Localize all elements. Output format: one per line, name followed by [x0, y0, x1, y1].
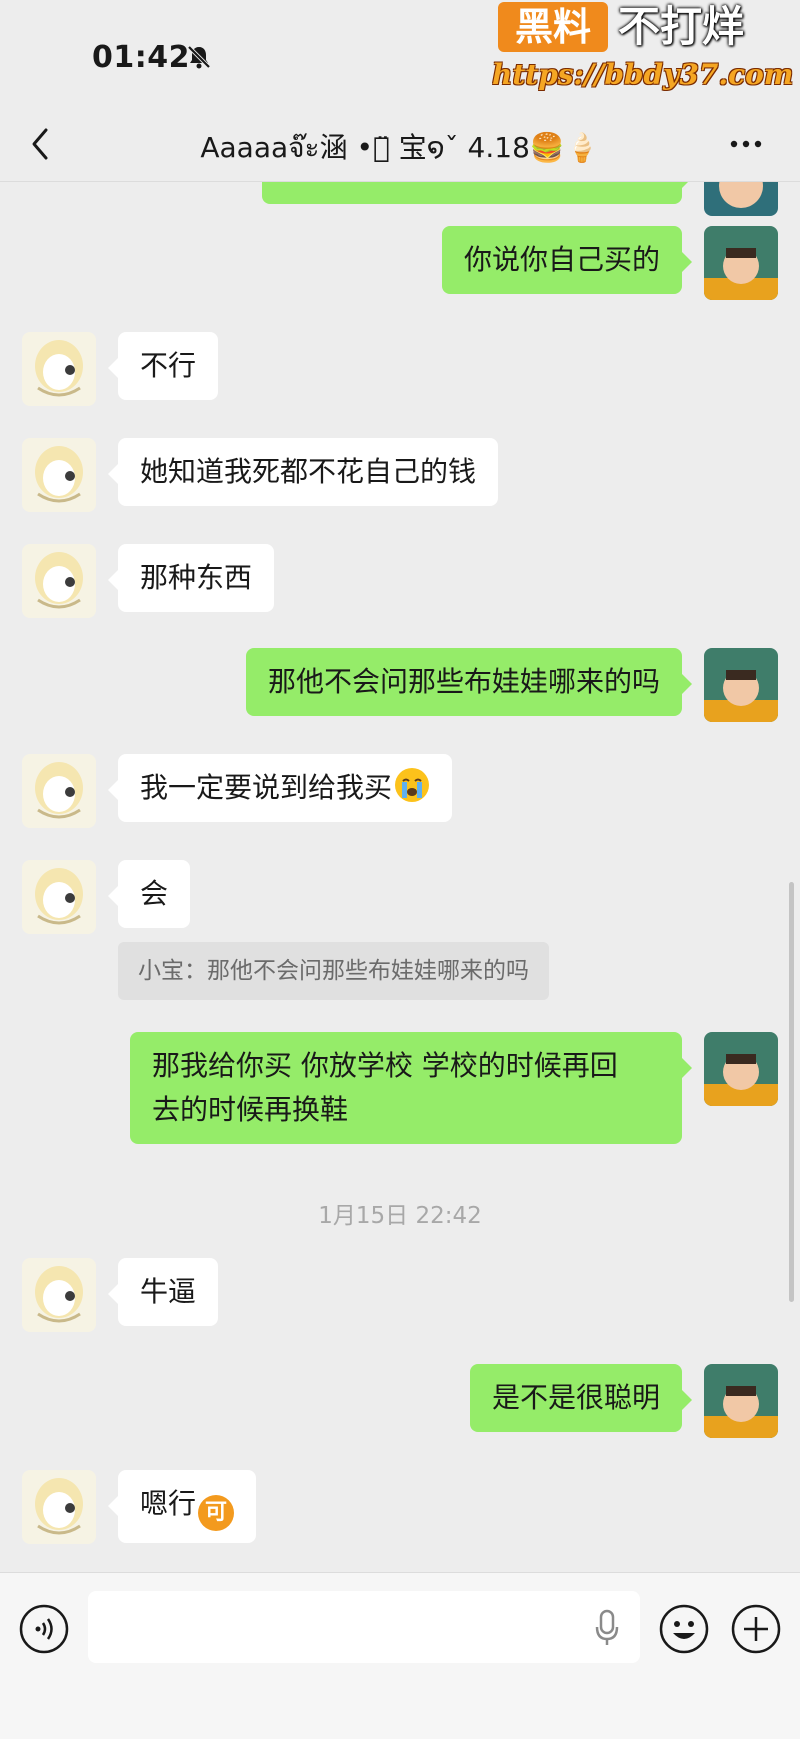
status-time: 01:42: [92, 40, 190, 75]
avatar-self[interactable]: [704, 226, 778, 300]
watermark-brand: 黑料: [498, 2, 608, 52]
avatar-self[interactable]: [704, 182, 778, 216]
message-bubble-received[interactable]: 牛逼: [107, 1258, 219, 1326]
message-bubble-received[interactable]: 她知道我死都不花自己的钱: [107, 438, 499, 506]
watermark-url: https://bbdy37.com: [492, 58, 794, 91]
message-bubble-sent[interactable]: 你说你自己买的: [441, 226, 693, 294]
message-bubble-sent[interactable]: 那他不会问那些布娃娃哪来的吗: [245, 648, 693, 716]
bell-muted-icon: [187, 45, 211, 69]
message-text-line: 那我给你买 你放学校 学校的时候再回: [152, 1049, 618, 1082]
input-bar: [0, 1572, 800, 1739]
more-icon[interactable]: [726, 132, 766, 156]
avatar-contact[interactable]: [22, 754, 96, 828]
message-bubble-partial[interactable]: [262, 182, 692, 204]
avatar-contact[interactable]: [22, 1470, 96, 1544]
emoji-icon[interactable]: [658, 1603, 710, 1655]
avatar-contact[interactable]: [22, 1258, 96, 1332]
message-list[interactable]: 你说你自己买的 不行 她知道我死都不花自己的钱 那种东西 那他不会问那些布娃娃哪…: [0, 182, 800, 1572]
avatar-contact[interactable]: [22, 332, 96, 406]
chat-header: Aaaaaจ๊ะ涵 •ꈊ̈ 宝໑ˇ 4.18🍔🍦: [0, 110, 800, 182]
message-bubble-sent[interactable]: 是不是很聪明: [469, 1364, 693, 1432]
avatar-self[interactable]: [704, 1032, 778, 1106]
chat-title: Aaaaaจ๊ะ涵 •ꈊ̈ 宝໑ˇ 4.18🍔🍦: [200, 131, 600, 164]
message-bubble-received[interactable]: 会: [107, 860, 191, 928]
watermark-slogan: 不打烊: [618, 2, 745, 51]
message-text: 我一定要说到给我买: [140, 771, 393, 804]
scrollbar[interactable]: [789, 882, 794, 1302]
quoted-message[interactable]: 小宝：那他不会问那些布娃娃哪来的吗: [118, 942, 549, 1000]
avatar-self[interactable]: [704, 648, 778, 722]
back-icon[interactable]: [24, 124, 58, 164]
voice-icon[interactable]: [18, 1603, 70, 1655]
microphone-icon[interactable]: [594, 1609, 620, 1647]
chat-timestamp: 1月15日 22:42: [318, 1203, 482, 1229]
status-bar: 01:42 黑料 不打烊 https://bbdy37.com: [0, 0, 800, 110]
message-bubble-received[interactable]: 不行: [107, 332, 219, 400]
avatar-self[interactable]: [704, 1364, 778, 1438]
message-text-line: 去的时候再换鞋: [152, 1093, 349, 1126]
plus-icon[interactable]: [730, 1603, 782, 1655]
ke-sticker-icon: 可: [198, 1495, 235, 1531]
avatar-contact[interactable]: [22, 438, 96, 512]
message-text: 嗯行: [140, 1487, 197, 1520]
message-bubble-received[interactable]: 嗯行可: [107, 1470, 257, 1543]
avatar-contact[interactable]: [22, 860, 96, 934]
avatar-contact[interactable]: [22, 544, 96, 618]
message-bubble-received[interactable]: 那种东西: [107, 544, 275, 612]
crying-face-icon: [395, 768, 430, 802]
message-bubble-sent[interactable]: 那我给你买 你放学校 学校的时候再回 去的时候再换鞋: [130, 1032, 692, 1144]
message-input[interactable]: [88, 1591, 640, 1663]
watermark: 黑料 不打烊 https://bbdy37.com: [490, 0, 800, 100]
message-bubble-received[interactable]: 我一定要说到给我买: [107, 754, 453, 822]
